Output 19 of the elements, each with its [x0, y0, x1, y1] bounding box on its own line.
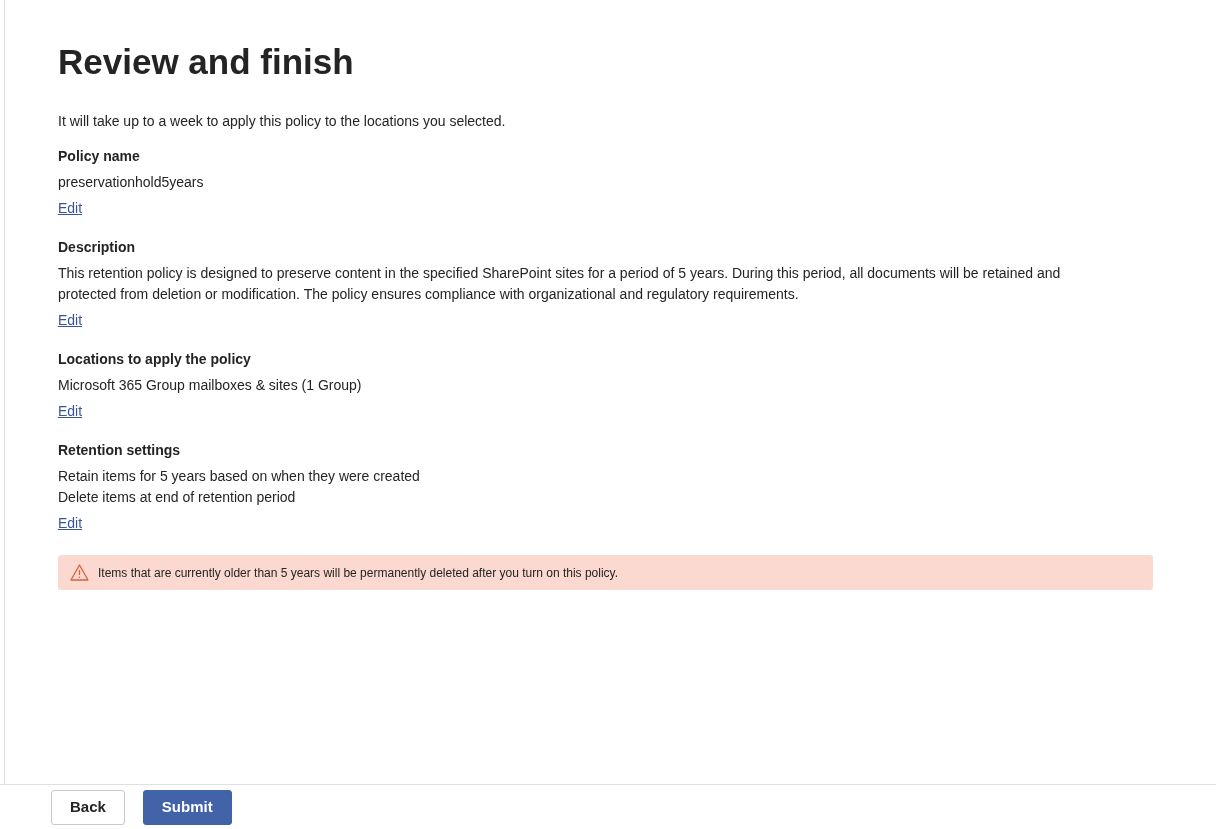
- section-heading: Retention settings: [58, 441, 182, 460]
- section-value: preservationhold5years: [58, 173, 205, 192]
- warning-text: Items that are currently older than 5 years will be permanently deleted after you turn on this policy.: [98, 564, 619, 582]
- edit-link[interactable]: Edit: [58, 513, 83, 533]
- section-value: Microsoft 365 Group mailboxes & sites (1 Group): [58, 376, 363, 395]
- page-title: Review and finish: [58, 41, 355, 83]
- section-heading: Description: [58, 238, 136, 257]
- back-button[interactable]: Back: [51, 789, 125, 825]
- section-value: This retention policy is designed to preserve content in the specified SharePoint sites for a period of 5 years. During this period, all documents will be retained and protected from deletion or modification. The policy ensures compliance with organizational and regulatory requirements.: [58, 264, 1062, 304]
- intro-text: It will take up to a week to apply this policy to the locations you selected.: [58, 112, 507, 131]
- edit-link[interactable]: Edit: [58, 401, 83, 421]
- warning-icon: [70, 564, 89, 581]
- section-value: Delete items at end of retention period: [58, 488, 297, 507]
- submit-button[interactable]: Submit: [142, 789, 232, 825]
- section-heading: Policy name: [58, 147, 141, 166]
- edit-link[interactable]: Edit: [58, 198, 83, 218]
- edit-link[interactable]: Edit: [58, 310, 83, 330]
- section-heading: Locations to apply the policy: [58, 350, 252, 369]
- section-value: Retain items for 5 years based on when they were created: [58, 467, 421, 486]
